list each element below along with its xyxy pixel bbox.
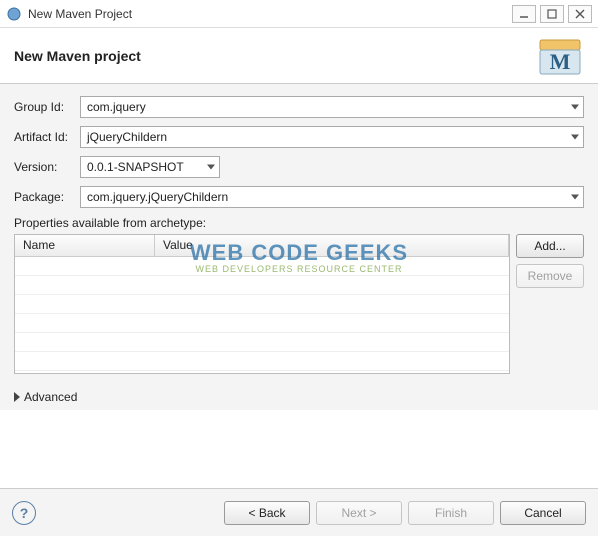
properties-side-buttons: Add... Remove	[516, 234, 584, 374]
remove-button: Remove	[516, 264, 584, 288]
version-label: Version:	[14, 160, 80, 174]
properties-section-label: Properties available from archetype:	[14, 216, 584, 230]
artifact-id-value: jQueryChildern	[87, 130, 167, 144]
chevron-down-icon	[571, 135, 579, 140]
artifact-id-label: Artifact Id:	[14, 130, 80, 144]
maximize-button[interactable]	[540, 5, 564, 23]
version-input[interactable]: 0.0.1-SNAPSHOT	[80, 156, 220, 178]
table-row[interactable]	[15, 314, 509, 333]
package-row: Package: com.jquery.jQueryChildern	[14, 186, 584, 208]
column-header-name[interactable]: Name	[15, 235, 155, 256]
help-icon[interactable]: ?	[12, 501, 36, 525]
cancel-button[interactable]: Cancel	[500, 501, 586, 525]
advanced-label: Advanced	[24, 390, 77, 404]
table-row[interactable]	[15, 295, 509, 314]
back-button[interactable]: < Back	[224, 501, 310, 525]
artifact-id-input[interactable]: jQueryChildern	[80, 126, 584, 148]
window-title: New Maven Project	[28, 7, 508, 21]
next-button: Next >	[316, 501, 402, 525]
properties-table-body	[15, 257, 509, 371]
triangle-right-icon	[14, 392, 20, 402]
properties-table[interactable]: Name Value	[14, 234, 510, 374]
package-label: Package:	[14, 190, 80, 204]
finish-button: Finish	[408, 501, 494, 525]
version-value: 0.0.1-SNAPSHOT	[87, 160, 184, 174]
group-id-label: Group Id:	[14, 100, 80, 114]
table-row[interactable]	[15, 276, 509, 295]
properties-table-header: Name Value	[15, 235, 509, 257]
close-button[interactable]	[568, 5, 592, 23]
banner-heading: New Maven project	[14, 48, 536, 64]
chevron-down-icon	[207, 165, 215, 170]
column-header-value[interactable]: Value	[155, 235, 509, 256]
chevron-down-icon	[571, 105, 579, 110]
dialog-banner: New Maven project M	[0, 28, 598, 84]
window-icon	[6, 6, 22, 22]
content-area: Group Id: com.jquery Artifact Id: jQuery…	[0, 84, 598, 410]
add-button[interactable]: Add...	[516, 234, 584, 258]
package-value: com.jquery.jQueryChildern	[87, 190, 228, 204]
table-row[interactable]	[15, 352, 509, 371]
svg-text:M: M	[550, 49, 571, 74]
chevron-down-icon	[571, 195, 579, 200]
advanced-toggle[interactable]: Advanced	[14, 390, 584, 404]
group-id-input[interactable]: com.jquery	[80, 96, 584, 118]
table-row[interactable]	[15, 257, 509, 276]
package-input[interactable]: com.jquery.jQueryChildern	[80, 186, 584, 208]
titlebar: New Maven Project	[0, 0, 598, 28]
minimize-button[interactable]	[512, 5, 536, 23]
table-row[interactable]	[15, 333, 509, 352]
group-id-row: Group Id: com.jquery	[14, 96, 584, 118]
properties-area: Name Value Add... Remove	[14, 234, 584, 374]
version-row: Version: 0.0.1-SNAPSHOT	[14, 156, 584, 178]
artifact-id-row: Artifact Id: jQueryChildern	[14, 126, 584, 148]
dialog-footer: ? < Back Next > Finish Cancel	[0, 488, 598, 536]
group-id-value: com.jquery	[87, 100, 146, 114]
maven-logo-icon: M	[536, 32, 584, 80]
